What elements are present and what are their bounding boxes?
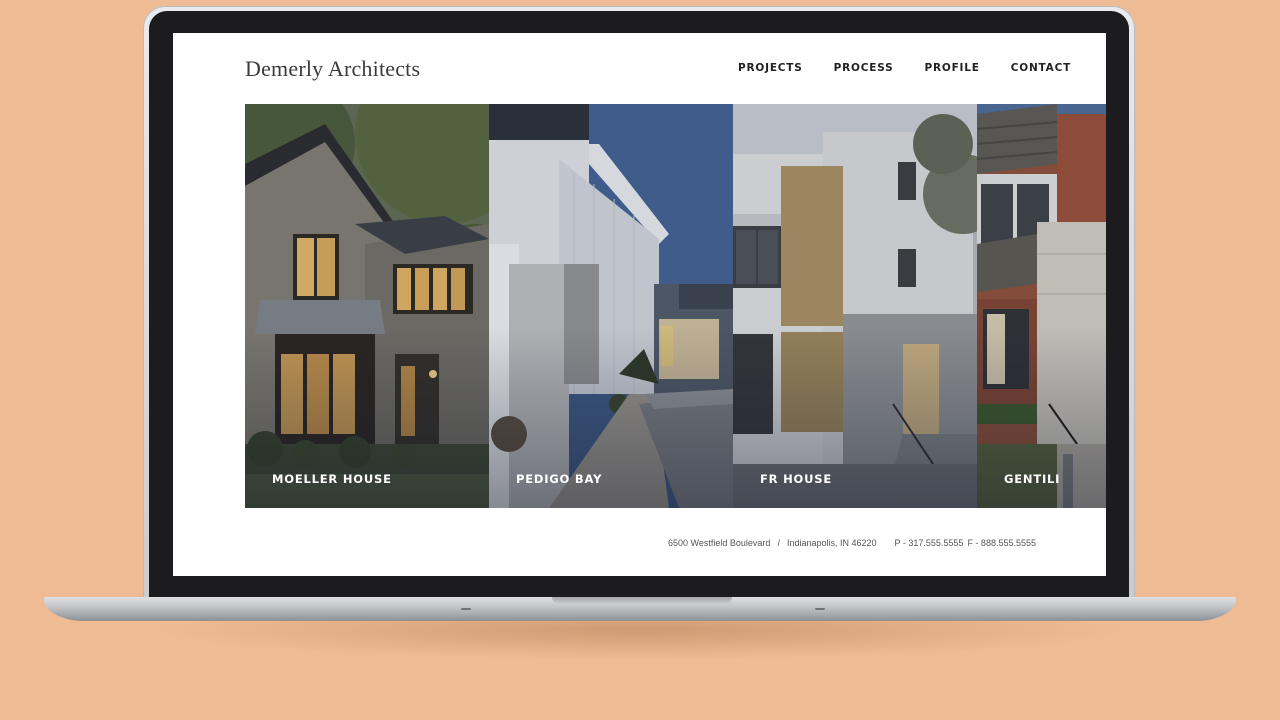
site-footer: 6500 Westfield Boulevard / Indianapolis, I… <box>664 538 1036 548</box>
tile-overlay <box>489 104 733 508</box>
project-gallery: MOELLER HOUSE PEDIGO BAY FR HOUSE GENTIL… <box>245 104 1106 508</box>
project-tile-gentili[interactable]: GENTILI <box>977 104 1106 508</box>
project-caption[interactable]: GENTILI <box>1004 472 1060 486</box>
laptop-hinge-notch <box>552 597 732 605</box>
laptop-foot-right <box>815 608 825 610</box>
project-caption[interactable]: PEDIGO BAY <box>516 472 602 486</box>
footer-city: Indianapolis, IN 46220 <box>786 538 877 548</box>
main-nav: PROJECTS PROCESS PROFILE CONTACT <box>738 62 1071 74</box>
project-caption[interactable]: MOELLER HOUSE <box>272 472 392 486</box>
footer-fax: F - 888.555.5555 <box>967 538 1036 548</box>
tile-overlay <box>977 104 1106 508</box>
nav-profile[interactable]: PROFILE <box>924 62 979 74</box>
footer-address: 6500 Westfield Boulevard <box>668 538 771 548</box>
laptop-screen: Demerly Architects PROJECTS PROCESS PROF… <box>173 33 1106 576</box>
project-tile-moeller-house[interactable]: MOELLER HOUSE <box>245 104 489 508</box>
laptop-foot-left <box>461 608 471 610</box>
nav-projects[interactable]: PROJECTS <box>738 62 803 74</box>
footer-phone[interactable]: P - 317.555.5555 <box>895 538 964 548</box>
project-tile-fr-house[interactable]: FR HOUSE <box>733 104 977 508</box>
tile-overlay <box>245 104 489 508</box>
tile-overlay <box>733 104 977 508</box>
project-tile-pedigo-bay[interactable]: PEDIGO BAY <box>489 104 733 508</box>
footer-separator: / <box>777 538 780 548</box>
nav-contact[interactable]: CONTACT <box>1011 62 1071 74</box>
project-caption[interactable]: FR HOUSE <box>760 472 832 486</box>
site-logo[interactable]: Demerly Architects <box>245 56 420 82</box>
nav-process[interactable]: PROCESS <box>834 62 894 74</box>
